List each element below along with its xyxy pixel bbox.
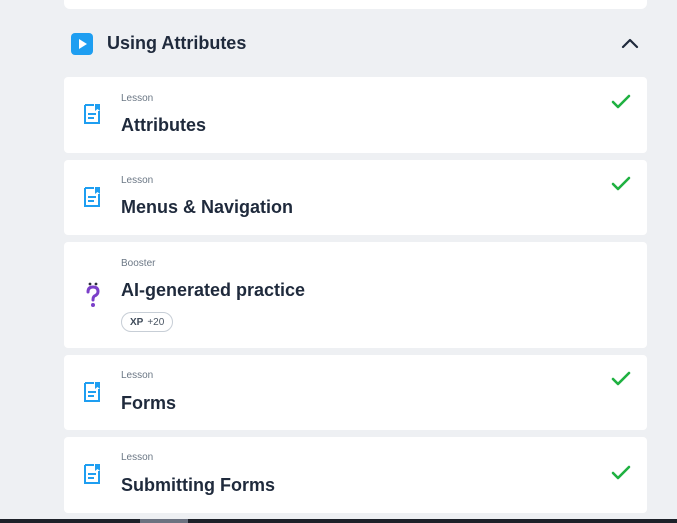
lesson-document-icon: [82, 462, 102, 491]
item-title: AI-generated practice: [121, 280, 306, 300]
lesson-card-menus-navigation[interactable]: Lesson Menus & Navigation: [64, 160, 647, 235]
item-type-label: Lesson: [121, 93, 154, 104]
item-type-label: Lesson: [121, 175, 154, 186]
checkmark-icon: [611, 94, 631, 115]
item-title: Forms: [121, 393, 177, 413]
xp-badge: XP +20: [121, 312, 174, 332]
question-mark-icon: [84, 281, 102, 314]
taskbar-strip: [0, 519, 677, 523]
lesson-document-icon: [82, 185, 102, 214]
lesson-card-submitting-forms[interactable]: Lesson Submitting Forms: [64, 437, 647, 513]
item-title: Submitting Forms: [121, 475, 275, 495]
item-type-label: Lesson: [121, 370, 154, 381]
item-type-label: Lesson: [121, 452, 154, 463]
item-title: Menus & Navigation: [121, 197, 294, 217]
item-title: Attributes: [121, 115, 206, 135]
play-icon: [71, 33, 93, 55]
checkmark-icon: [611, 371, 631, 392]
xp-label: XP: [130, 316, 144, 328]
xp-value: +20: [147, 316, 165, 328]
previous-section-card: [64, 0, 647, 9]
taskbar-segment: [140, 519, 188, 523]
checkmark-icon: [611, 176, 631, 197]
section-header[interactable]: Using Attributes: [64, 24, 647, 62]
lesson-card-forms[interactable]: Lesson Forms: [64, 355, 647, 430]
section-title: Using Attributes: [107, 33, 247, 53]
chevron-up-icon[interactable]: [619, 34, 641, 52]
checkmark-icon: [611, 465, 631, 486]
item-type-label: Booster: [121, 258, 156, 269]
booster-card-ai-practice[interactable]: Booster AI-generated practice XP +20: [64, 242, 647, 348]
lesson-document-icon: [82, 102, 102, 131]
lesson-card-attributes[interactable]: Lesson Attributes: [64, 77, 647, 153]
lesson-document-icon: [82, 380, 102, 409]
